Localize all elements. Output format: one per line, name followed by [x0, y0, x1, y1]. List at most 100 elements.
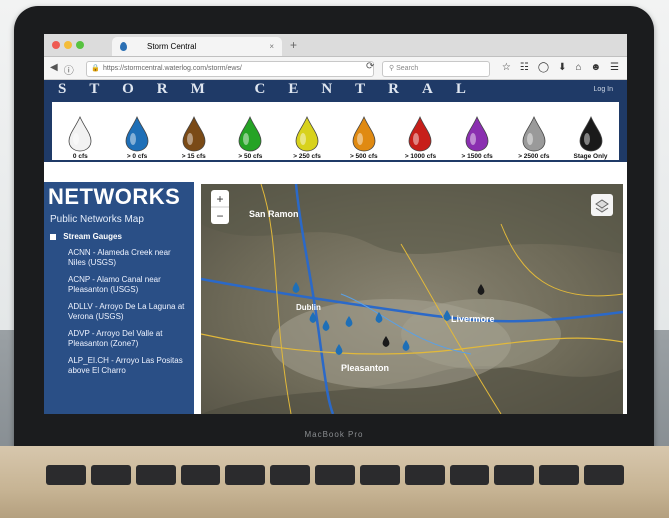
legend-label: > 500 cfs — [349, 153, 378, 160]
browser-tab-strip: Storm Central × + — [44, 34, 627, 57]
drop-highlight — [470, 133, 477, 145]
map-label: Pleasanton — [341, 363, 389, 373]
gauge-link[interactable]: ACNN - Alameda Creek near Niles (USGS) — [68, 248, 188, 268]
legend-label: 0 cfs — [72, 153, 88, 160]
address-bar[interactable]: 🔒 https://stormcentral.waterlog.com/stor… — [86, 61, 374, 77]
drop-shape — [465, 116, 489, 152]
sidebar-title: NETWORKS — [48, 184, 181, 209]
map-canvas[interactable]: San Ramon Dublin Livermore Pleasanton + — [201, 184, 623, 414]
legend-item: > 0 cfs — [111, 116, 163, 160]
legend-label: > 2500 cfs — [518, 153, 550, 160]
legend-item: > 50 cfs — [224, 116, 276, 160]
water-drop-icon — [239, 116, 262, 152]
keyboard-key — [404, 465, 445, 485]
menu-icon[interactable]: ☰ — [610, 62, 619, 73]
drop-highlight — [413, 133, 420, 145]
legend-label: > 1000 cfs — [404, 153, 437, 160]
droplet-favicon-icon — [120, 42, 127, 51]
nav-buttons: ◀ ⓘ — [50, 62, 74, 77]
new-tab-button[interactable]: + — [290, 38, 297, 52]
map-label: Dublin — [296, 303, 321, 312]
map-label: San Ramon — [249, 209, 299, 219]
gauge-link[interactable]: ALP_EI.CH - Arroyo Las Positas above El … — [68, 356, 188, 376]
download-icon[interactable]: ⬇ — [558, 62, 566, 73]
drop-highlight — [243, 133, 250, 145]
gauge-link[interactable]: ADLLV - Arroyo De La Laguna at Verona (U… — [68, 302, 188, 322]
info-icon[interactable]: ⓘ — [64, 62, 74, 77]
search-icon: ⚲ — [389, 65, 395, 72]
legend-item: > 250 cfs — [281, 116, 333, 160]
drop-highlight — [186, 133, 193, 145]
map-label: Livermore — [451, 314, 495, 324]
site-banner: STORM CENTRAL Log In 0 cfs > 0 cfs > 15 cf… — [44, 80, 627, 162]
search-input[interactable]: ⚲ Search — [382, 61, 490, 77]
close-window-button[interactable] — [52, 41, 60, 49]
keyboard-key — [180, 465, 221, 485]
home-icon[interactable]: ⌂ — [575, 62, 581, 73]
back-arrow-icon[interactable]: ◀ — [50, 62, 58, 77]
legend-item: > 500 cfs — [338, 116, 390, 160]
legend-item: > 1500 cfs — [451, 116, 503, 160]
keyboard-row — [46, 465, 624, 485]
tab-close-icon[interactable]: × — [269, 42, 274, 51]
drop-shape — [182, 116, 206, 152]
account-icon[interactable]: ☻ — [591, 62, 602, 73]
satellite-map[interactable]: San Ramon Dublin Livermore Pleasanton + — [201, 184, 623, 414]
search-placeholder: Search — [396, 65, 419, 72]
gauge-link[interactable]: ADVP - Arroyo Del Valle at Pleasanton (Z… — [68, 329, 188, 349]
drop-shape — [295, 116, 319, 152]
stream-gauges-group[interactable]: Stream Gauges — [44, 229, 194, 244]
map-urban-area — [401, 299, 561, 369]
water-drop-icon — [579, 116, 602, 152]
keyboard-key — [315, 465, 355, 485]
keyboard-key — [359, 465, 400, 485]
keyboard-key — [584, 465, 624, 485]
browser-tool-icons: ☆ ☷ ◯ ⬇ ⌂ ☻ ☰ — [502, 62, 619, 73]
keyboard-key — [539, 465, 580, 485]
layers-control[interactable] — [591, 194, 613, 216]
water-drop-icon — [352, 116, 376, 152]
keyboard-key — [270, 465, 311, 485]
zoom-control: + − — [211, 190, 229, 224]
legend-label: Stage Only — [573, 153, 608, 160]
drop-shape — [68, 116, 92, 152]
login-link[interactable]: Log In — [594, 86, 613, 93]
water-drop-icon — [295, 116, 319, 152]
drop-highlight — [130, 133, 137, 145]
zoom-out-button[interactable]: − — [216, 209, 223, 223]
keyboard-key — [135, 465, 176, 485]
reading-list-icon[interactable]: ☷ — [520, 62, 529, 73]
keyboard-key — [494, 465, 535, 485]
water-drop-icon — [125, 116, 149, 152]
legend-item: > 15 cfs — [168, 116, 220, 160]
keyboard-key — [225, 465, 266, 485]
zoom-window-button[interactable] — [76, 41, 84, 49]
gauge-link[interactable]: ACNP - Alamo Canal near Pleasanton (USGS… — [68, 275, 188, 295]
pocket-icon[interactable]: ◯ — [538, 62, 549, 73]
reload-icon[interactable]: ⟳ — [366, 61, 374, 72]
drop-shape — [239, 116, 262, 152]
window-controls — [52, 41, 84, 49]
keyboard-key — [46, 465, 86, 485]
drop-shape — [522, 116, 546, 152]
laptop-screen: Storm Central × + ◀ ⓘ 🔒 https://stormcen… — [44, 34, 627, 414]
drop-highlight — [583, 133, 590, 145]
drop-highlight — [300, 133, 307, 145]
group-label: Stream Gauges — [63, 232, 122, 241]
legend-item: Stage Only — [565, 116, 617, 160]
legend-item: 0 cfs — [54, 116, 106, 160]
legend-label: > 1500 cfs — [461, 153, 493, 160]
minimize-window-button[interactable] — [64, 41, 72, 49]
drop-shape — [125, 116, 149, 152]
networks-sidebar: NETWORKS Public Networks Map Stream Gaug… — [44, 182, 194, 414]
legend-label: > 0 cfs — [126, 153, 148, 160]
laptop-model-label: MacBook Pro — [304, 430, 364, 439]
water-drop-icon — [522, 116, 546, 152]
browser-tab[interactable]: Storm Central × — [112, 37, 282, 56]
public-networks-link[interactable]: Public Networks Map — [44, 210, 194, 229]
water-drop-icon — [409, 116, 432, 152]
keyboard-key — [449, 465, 490, 485]
zoom-in-button[interactable]: + — [216, 192, 223, 206]
bookmark-star-icon[interactable]: ☆ — [502, 62, 511, 73]
address-text: https://stormcentral.waterlog.com/storm/… — [103, 65, 242, 72]
